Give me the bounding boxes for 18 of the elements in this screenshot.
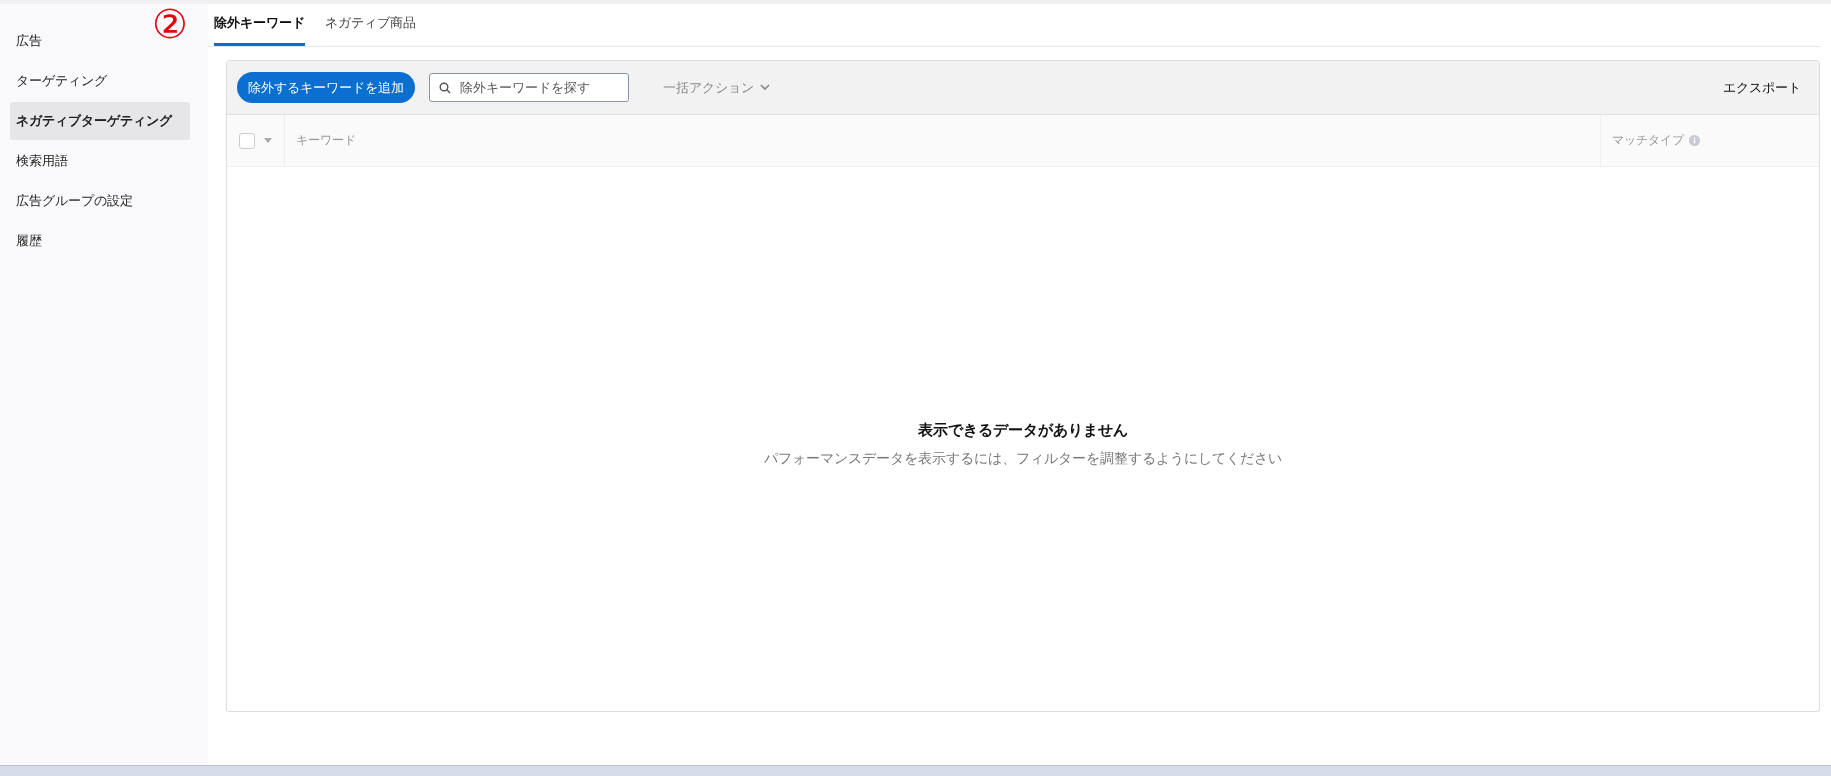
export-button[interactable]: エクスポート [1717,77,1807,98]
empty-state-title: 表示できるデータがありません [918,420,1128,440]
info-icon[interactable] [1689,135,1700,146]
sidebar-item[interactable]: ネガティブターゲティング [10,102,190,140]
empty-state-message: パフォーマンスデータを表示するには、フィルターを調整するようにしてください [764,449,1282,468]
tab[interactable]: 除外キーワード [214,4,305,46]
annotation-number: ② [152,0,188,48]
caret-icon[interactable] [264,138,272,143]
sidebar-item[interactable]: ターゲティング [10,62,113,100]
tab[interactable]: ネガティブ商品 [325,4,416,46]
sidebar-item[interactable]: 広告 [10,22,48,60]
sidebar-item[interactable]: 広告グループの設定 [10,182,139,220]
search-field[interactable]: 除外キーワードを探す [429,73,629,102]
chevron-down-icon [760,84,770,91]
select-all-checkbox[interactable] [239,132,255,149]
sidebar-item[interactable]: 検索用語 [10,142,74,180]
sidebar-item[interactable]: 履歴 [10,222,48,260]
add-keyword-button[interactable]: 除外するキーワードを追加 [237,72,415,103]
